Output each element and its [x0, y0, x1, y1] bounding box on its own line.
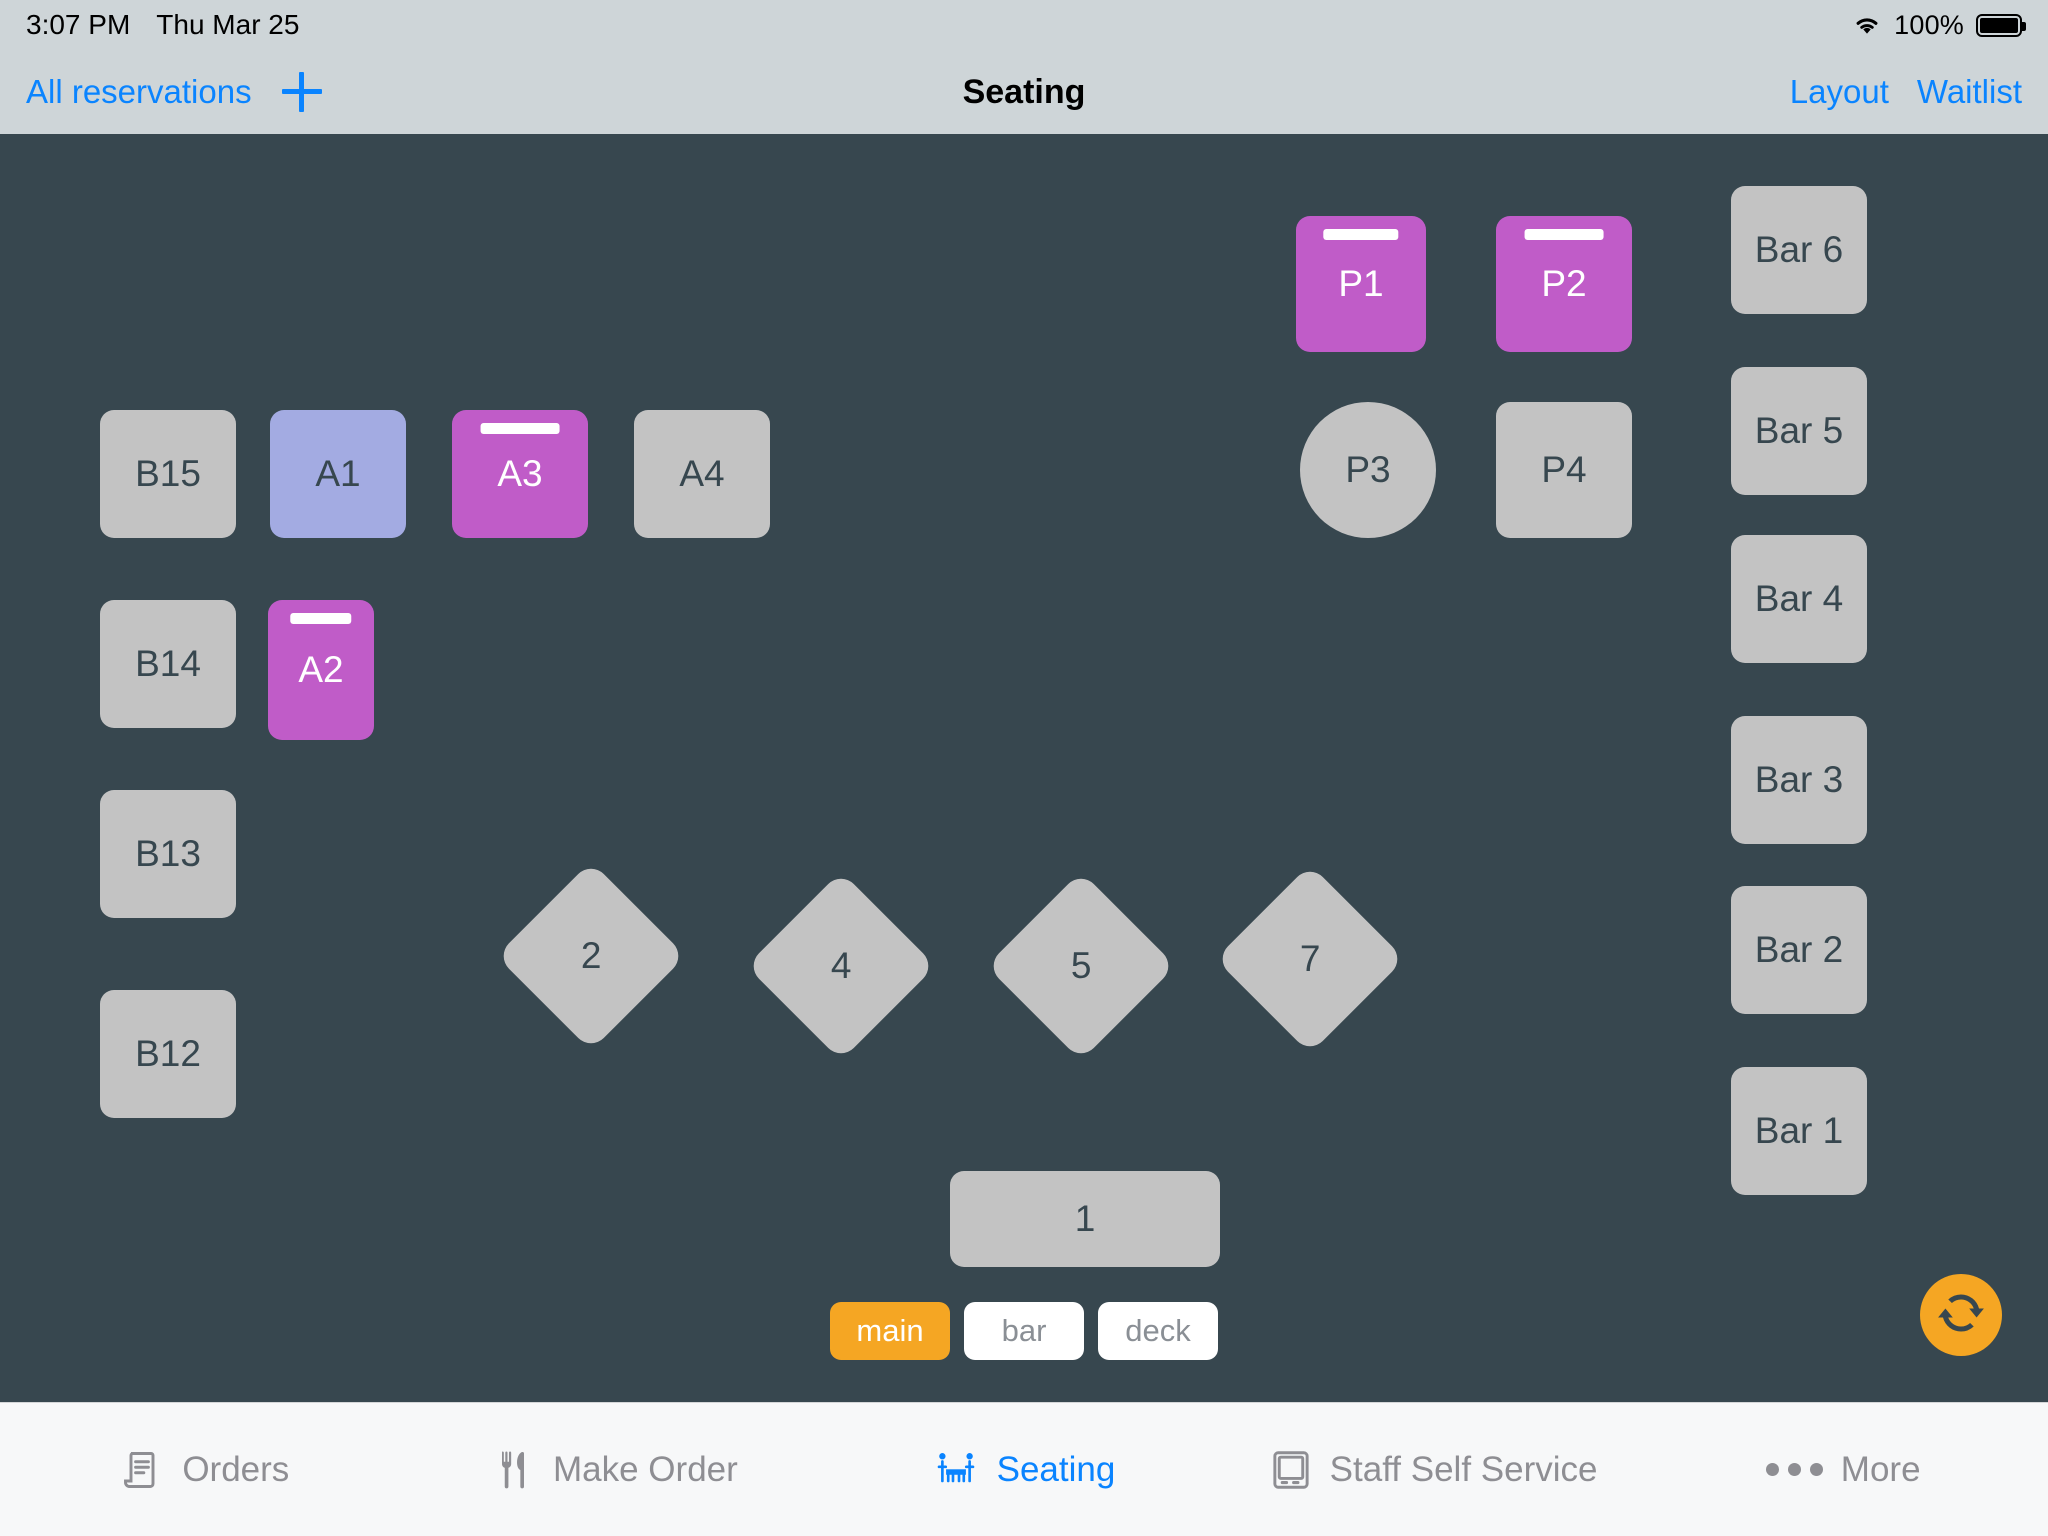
tab-label: Seating [996, 1449, 1116, 1489]
tab-seating[interactable]: Seating [819, 1403, 1229, 1536]
tablet-icon [1270, 1448, 1312, 1492]
wifi-icon [1852, 13, 1882, 37]
table-bar-3[interactable]: Bar 3 [1731, 716, 1867, 844]
table-status-indicator [290, 613, 352, 624]
tab-label: Make Order [553, 1449, 738, 1489]
table-label: 1 [1074, 1198, 1096, 1239]
tab-make-order[interactable]: Make Order [410, 1403, 820, 1536]
status-time: 3:07 PM [26, 9, 131, 40]
seating-icon [933, 1448, 979, 1492]
table-a1[interactable]: A1 [270, 410, 406, 538]
seating-screen: 3:07 PM Thu Mar 25 100% All reservations… [0, 0, 2048, 1536]
table-label: A1 [315, 453, 361, 494]
table-bar-4[interactable]: Bar 4 [1731, 535, 1867, 663]
ellipsis-icon [1765, 1463, 1823, 1476]
table-a4[interactable]: A4 [634, 410, 770, 538]
table-status-indicator [480, 423, 560, 434]
table-a3[interactable]: A3 [452, 410, 588, 538]
nav-right-group: Layout Waitlist [1790, 73, 2022, 111]
table-bar-1[interactable]: Bar 1 [1731, 1067, 1867, 1195]
table-b13[interactable]: B13 [100, 790, 236, 918]
floor-plan-canvas[interactable]: B15 A1 A3 A4 B14 A2 B13 B12 P1 P2 P3 P4 2 4 5 7 1 Bar 6 Ba… [0, 134, 2048, 1402]
table-bar-2[interactable]: Bar 2 [1731, 886, 1867, 1014]
table-label: Bar 4 [1754, 578, 1844, 619]
table-bar-5[interactable]: Bar 5 [1731, 367, 1867, 495]
table-p4[interactable]: P4 [1496, 402, 1632, 538]
tab-orders[interactable]: Orders [0, 1403, 410, 1536]
table-label: Bar 2 [1754, 929, 1844, 970]
cutlery-icon [491, 1448, 535, 1492]
table-label: P2 [1541, 263, 1587, 304]
table-label: Bar 5 [1754, 410, 1844, 451]
zone-button-deck[interactable]: deck [1098, 1302, 1218, 1360]
table-b12[interactable]: B12 [100, 990, 236, 1118]
table-p2[interactable]: P2 [1496, 216, 1632, 352]
table-label: 4 [830, 944, 852, 986]
refresh-button[interactable] [1920, 1274, 2002, 1356]
table-label: A3 [497, 453, 543, 494]
tab-label: Staff Self Service [1329, 1449, 1598, 1489]
table-1[interactable]: 1 [950, 1171, 1220, 1267]
table-4[interactable]: 4 [746, 871, 936, 1061]
table-label: P4 [1541, 449, 1587, 490]
table-2[interactable]: 2 [496, 861, 686, 1051]
waitlist-button[interactable]: Waitlist [1917, 73, 2022, 111]
table-label: P1 [1338, 263, 1384, 304]
table-status-indicator [1524, 229, 1604, 240]
table-label: Bar 3 [1754, 759, 1844, 800]
table-5[interactable]: 5 [986, 871, 1176, 1061]
table-label: 7 [1299, 937, 1321, 979]
table-label: B12 [135, 1033, 201, 1074]
tab-more[interactable]: More [1638, 1403, 2048, 1536]
table-bar-6[interactable]: Bar 6 [1731, 186, 1867, 314]
table-label: P3 [1345, 449, 1391, 490]
zone-button-bar[interactable]: bar [964, 1302, 1084, 1360]
all-reservations-link[interactable]: All reservations [26, 73, 252, 111]
table-a2[interactable]: A2 [268, 600, 374, 740]
battery-full-icon [1976, 13, 2026, 37]
table-b14[interactable]: B14 [100, 600, 236, 728]
bottom-tab-bar: Orders Make Order Seating Staff Self Servic… [0, 1402, 2048, 1536]
zone-button-main[interactable]: main [830, 1302, 950, 1360]
tab-label: More [1840, 1449, 1921, 1489]
battery-percent: 100% [1894, 9, 1964, 40]
table-label: B13 [135, 833, 201, 874]
nav-left-group: All reservations [26, 72, 322, 112]
table-p1[interactable]: P1 [1296, 216, 1426, 352]
table-7[interactable]: 7 [1215, 864, 1405, 1054]
add-reservation-button[interactable] [281, 72, 322, 112]
table-status-indicator [1323, 229, 1399, 240]
table-label: 5 [1070, 944, 1092, 986]
table-label: A4 [679, 453, 725, 494]
status-bar: 3:07 PM Thu Mar 25 100% [0, 0, 2048, 50]
table-p3[interactable]: P3 [1300, 402, 1436, 538]
zone-switcher: main bar deck [830, 1302, 1218, 1360]
status-date: Thu Mar 25 [156, 9, 300, 40]
table-b15[interactable]: B15 [100, 410, 236, 538]
table-label: B15 [135, 453, 201, 494]
table-label: B14 [135, 643, 201, 684]
refresh-icon [1936, 1288, 1986, 1343]
receipt-icon [120, 1448, 164, 1492]
layout-button[interactable]: Layout [1790, 73, 1889, 111]
tab-staff-self-service[interactable]: Staff Self Service [1229, 1403, 1639, 1536]
table-label: A2 [298, 649, 344, 690]
table-label: 2 [580, 934, 602, 976]
status-right-cluster: 100% [1852, 9, 2026, 41]
navigation-bar: All reservations Seating Layout Waitlist [0, 50, 2048, 134]
table-label: Bar 6 [1754, 229, 1844, 270]
table-label: Bar 1 [1754, 1110, 1844, 1151]
tab-label: Orders [182, 1449, 290, 1489]
